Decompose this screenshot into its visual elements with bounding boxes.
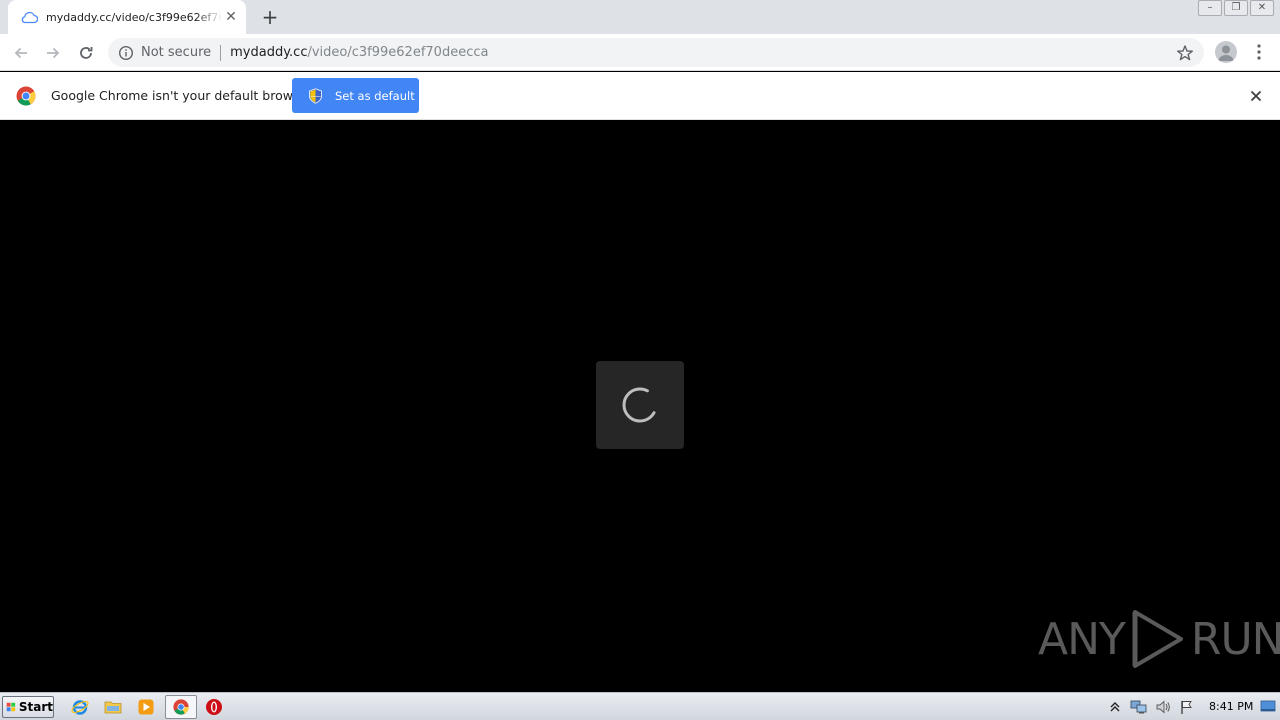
internet-explorer-icon[interactable] <box>70 697 90 717</box>
file-explorer-icon[interactable] <box>103 697 123 717</box>
more-menu-icon[interactable] <box>1252 42 1266 62</box>
play-triangle-icon <box>1132 610 1183 668</box>
start-label: Start <box>18 700 53 714</box>
address-separator <box>220 44 222 61</box>
window-controls: – ❐ ✕ <box>1198 0 1274 16</box>
browser-toolbar: Not secure mydaddy.cc/video/c3f99e62ef70… <box>0 34 1280 71</box>
reload-icon <box>80 47 93 59</box>
taskbar-clock[interactable]: 8:41 PM <box>1209 700 1253 713</box>
action-center-flag-icon[interactable] <box>1178 698 1196 716</box>
forward-button[interactable] <box>41 41 65 65</box>
system-tray <box>1106 696 1196 718</box>
profile-avatar-icon[interactable] <box>1215 41 1237 63</box>
url-path: /video/c3f99e62ef70deecca <box>307 45 489 60</box>
default-browser-infobar: Google Chrome isn't your default browser… <box>0 72 1280 120</box>
browser-tab[interactable]: mydaddy.cc/video/c3f99e62ef70deecca ✕ <box>8 0 246 34</box>
windows-taskbar: Start 8:41 PM <box>0 692 1280 720</box>
minimize-button[interactable]: – <box>1198 0 1222 16</box>
watermark-right-text: RUN <box>1190 613 1280 665</box>
media-player-icon[interactable] <box>136 697 156 717</box>
network-icon[interactable] <box>1130 698 1148 716</box>
tab-title: mydaddy.cc/video/c3f99e62ef70deecca <box>46 10 222 24</box>
opera-icon[interactable] <box>204 697 224 717</box>
infobar-message: Google Chrome isn't your default browser <box>51 88 313 103</box>
loading-spinner <box>596 361 684 449</box>
chrome-logo-icon <box>16 86 36 106</box>
close-window-button[interactable]: ✕ <box>1250 0 1274 16</box>
anyrun-watermark: ANY RUN <box>1038 608 1280 670</box>
security-label: Not secure <box>141 45 212 60</box>
chrome-icon[interactable] <box>171 697 191 717</box>
show-hidden-icons-icon[interactable] <box>1106 698 1124 716</box>
back-arrow-icon <box>14 47 27 59</box>
infobar-close-icon[interactable] <box>1248 88 1264 104</box>
forward-arrow-icon <box>47 47 60 59</box>
set-as-default-button[interactable]: Set as default <box>292 78 419 113</box>
windows-flag-icon <box>6 702 16 712</box>
volume-icon[interactable] <box>1154 698 1172 716</box>
show-desktop-icon[interactable] <box>1260 698 1276 714</box>
video-page-content: ANY RUN <box>0 120 1280 692</box>
bookmark-star-icon[interactable] <box>1176 44 1194 62</box>
cloud-icon <box>21 11 38 24</box>
reload-button[interactable] <box>74 41 98 65</box>
tab-close-icon[interactable]: ✕ <box>224 10 238 24</box>
watermark-left-text: ANY <box>1038 613 1126 665</box>
spinner-icon <box>622 387 658 423</box>
shield-icon <box>309 87 322 104</box>
new-tab-button[interactable]: + <box>258 6 282 30</box>
restore-button[interactable]: ❐ <box>1224 0 1248 16</box>
start-button[interactable]: Start <box>2 696 54 718</box>
url-host: mydaddy.cc <box>230 45 308 60</box>
set-as-default-label: Set as default <box>335 88 415 103</box>
address-bar[interactable]: Not secure mydaddy.cc/video/c3f99e62ef70… <box>108 38 1204 67</box>
tab-strip: mydaddy.cc/video/c3f99e62ef70deecca ✕ + … <box>0 0 1280 34</box>
info-icon[interactable] <box>118 45 134 61</box>
back-button[interactable] <box>9 41 33 65</box>
